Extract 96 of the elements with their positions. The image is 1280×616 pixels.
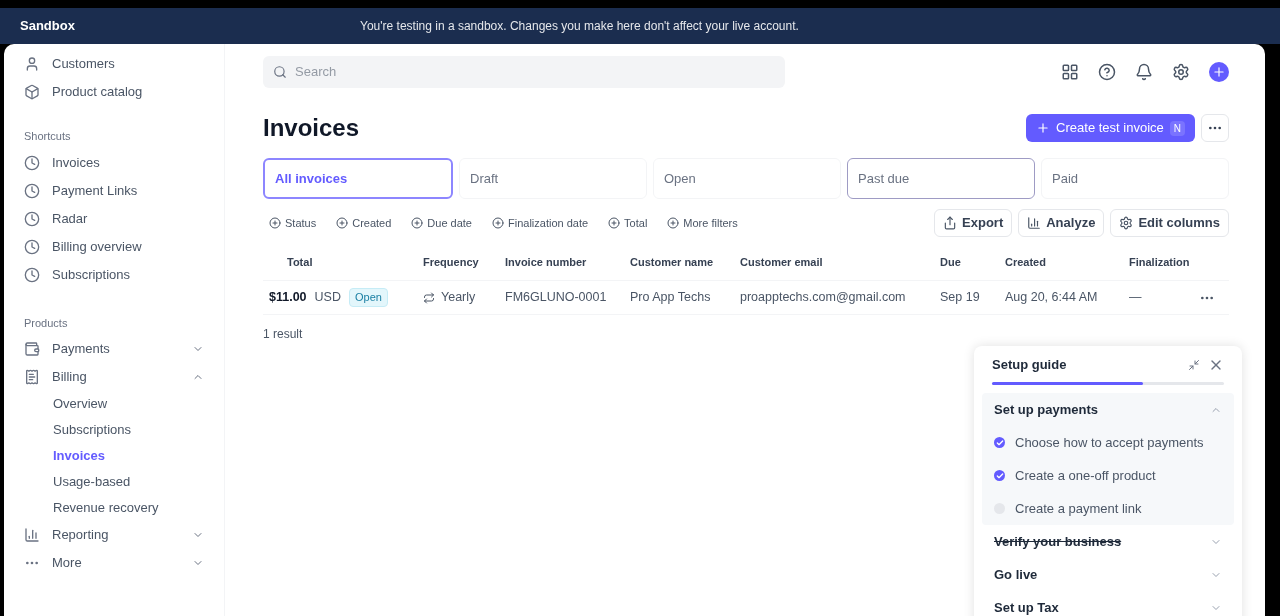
filter-chip[interactable]: Due date (405, 214, 478, 232)
invoice-row[interactable]: $11.00 USD Open Yearly FM6GLUNO-0001 Pro App Techs proapptechs.com@gmail.com Sep 19 Aug 20, 6:44 AM — (263, 281, 1229, 315)
nav-item[interactable]: Reporting (52, 525, 180, 545)
column-header: Total (286, 255, 314, 271)
plus-icon (1036, 121, 1051, 135)
receipt-icon (24, 369, 40, 385)
status-badge: Open (348, 288, 388, 307)
shortcut-item[interactable]: Billing overview (52, 236, 142, 257)
box-icon (24, 84, 40, 100)
more-button[interactable] (1201, 114, 1229, 142)
section-title[interactable]: Set up Tax (994, 597, 1210, 616)
step-label[interactable]: Choose how to accept payments (1015, 432, 1204, 453)
filter-chip[interactable]: More filters (661, 214, 744, 232)
shortcut-item[interactable]: Subscriptions (52, 264, 131, 285)
nav-subitem[interactable]: Invoices (53, 446, 106, 466)
search-icon (273, 65, 287, 79)
customer-email-cell-text: proapptechs.com@gmail.com (740, 289, 907, 307)
step-label[interactable]: Create a payment link (1015, 498, 1142, 519)
plus-circle-icon (608, 217, 621, 229)
created-cell-text: Aug 20, 6:44 AM (1005, 289, 1099, 307)
clock-icon (24, 266, 40, 283)
nav-subitem[interactable]: Overview (53, 394, 108, 414)
repeat-icon (423, 291, 435, 304)
due-cell-text: Sep 19 (940, 289, 981, 307)
search-field[interactable]: Search (263, 56, 785, 88)
shortcut-key: N (1169, 120, 1185, 136)
finalization-cell-text: — (1129, 289, 1143, 307)
sandbox-message: You're testing in a sandbox. Changes you make here don't affect your live account. (360, 18, 799, 35)
filter-tab[interactable]: Past due (847, 158, 1035, 199)
nav-subitem[interactable]: Usage-based (53, 472, 131, 492)
bar-chart-icon (24, 527, 40, 543)
filter-tab[interactable]: Open (653, 158, 841, 199)
invoice-number-cell-text: FM6GLUNO-0001 (505, 289, 608, 307)
action-button[interactable]: Edit columns (1110, 209, 1229, 237)
currency-cell-text: USD (314, 289, 341, 307)
action-button[interactable]: Analyze (1018, 209, 1105, 237)
person-icon (24, 56, 40, 72)
search-input[interactable]: Search (295, 62, 775, 82)
apps-icon[interactable] (1061, 63, 1079, 81)
frequency-cell-text: Yearly (441, 289, 476, 307)
section-title[interactable]: Verify your business (994, 531, 1210, 552)
export-icon (943, 216, 958, 230)
add-icon[interactable] (1209, 62, 1229, 82)
column-header: Due (940, 255, 962, 271)
filter-tab[interactable]: Draft (459, 158, 647, 199)
customer-name-cell-text: Pro App Techs (630, 289, 712, 307)
shortcut-item[interactable]: Payment Links (52, 180, 138, 201)
section-title[interactable]: Set up payments (994, 399, 1210, 420)
section-heading: Products (24, 315, 69, 331)
nav-subitem[interactable]: Revenue recovery (53, 498, 159, 518)
settings-icon[interactable] (1172, 63, 1190, 81)
filter-chip[interactable]: Total (602, 214, 654, 232)
section-heading: Shortcuts (24, 129, 72, 144)
nav-subitem[interactable]: Subscriptions (53, 420, 132, 440)
nav-item[interactable]: Product catalog (52, 82, 143, 102)
plus-circle-icon (411, 217, 424, 229)
plus-circle-icon (492, 217, 504, 229)
wallet-icon (24, 341, 40, 357)
clock-icon (24, 238, 40, 255)
nav-item[interactable]: Customers (52, 54, 115, 74)
nav-item[interactable]: Billing (52, 367, 180, 387)
filter-tab[interactable]: Paid (1041, 158, 1229, 199)
minimize-icon[interactable] (1188, 359, 1200, 371)
amount-cell-text: $11.00 (269, 289, 307, 307)
bar-chart-icon (1027, 216, 1042, 230)
shortcut-item[interactable]: Radar (52, 208, 88, 229)
column-header: Customer name (630, 255, 715, 271)
clock-icon (24, 182, 40, 199)
shortcut-item[interactable]: Invoices (52, 152, 100, 173)
sandbox-label: Sandbox (20, 17, 76, 36)
column-header: Invoice number (505, 255, 588, 271)
nav-item[interactable]: More (52, 553, 180, 573)
section-title[interactable]: Go live (994, 564, 1210, 585)
filter-chip[interactable]: Status (263, 214, 323, 232)
column-header: Finalization (1129, 255, 1191, 271)
filter-tab[interactable]: All invoices (263, 158, 453, 199)
filter-chip[interactable]: Created (330, 214, 398, 232)
column-header: Frequency (423, 255, 480, 271)
plus-circle-icon (336, 217, 349, 229)
notifications-icon[interactable] (1135, 63, 1153, 81)
settings-icon (1119, 216, 1134, 230)
page-title: Invoices (263, 113, 361, 143)
panel-title: Setup guide (992, 356, 1068, 375)
column-header: Created (1005, 255, 1047, 271)
plus-circle-icon (667, 217, 680, 229)
create-invoice-button[interactable]: Create test invoice N (1026, 114, 1195, 142)
result-count: 1 result (263, 326, 304, 343)
nav-item[interactable]: Payments (52, 339, 180, 359)
filter-chip[interactable]: Finalization date (486, 214, 595, 232)
clock-icon (24, 210, 40, 227)
action-button[interactable]: Export (934, 209, 1013, 237)
clock-icon (24, 154, 40, 171)
plus-circle-icon (269, 217, 281, 229)
column-header: Customer email (740, 255, 824, 271)
help-icon[interactable] (1098, 63, 1116, 81)
step-label[interactable]: Create a one-off product (1015, 465, 1156, 486)
